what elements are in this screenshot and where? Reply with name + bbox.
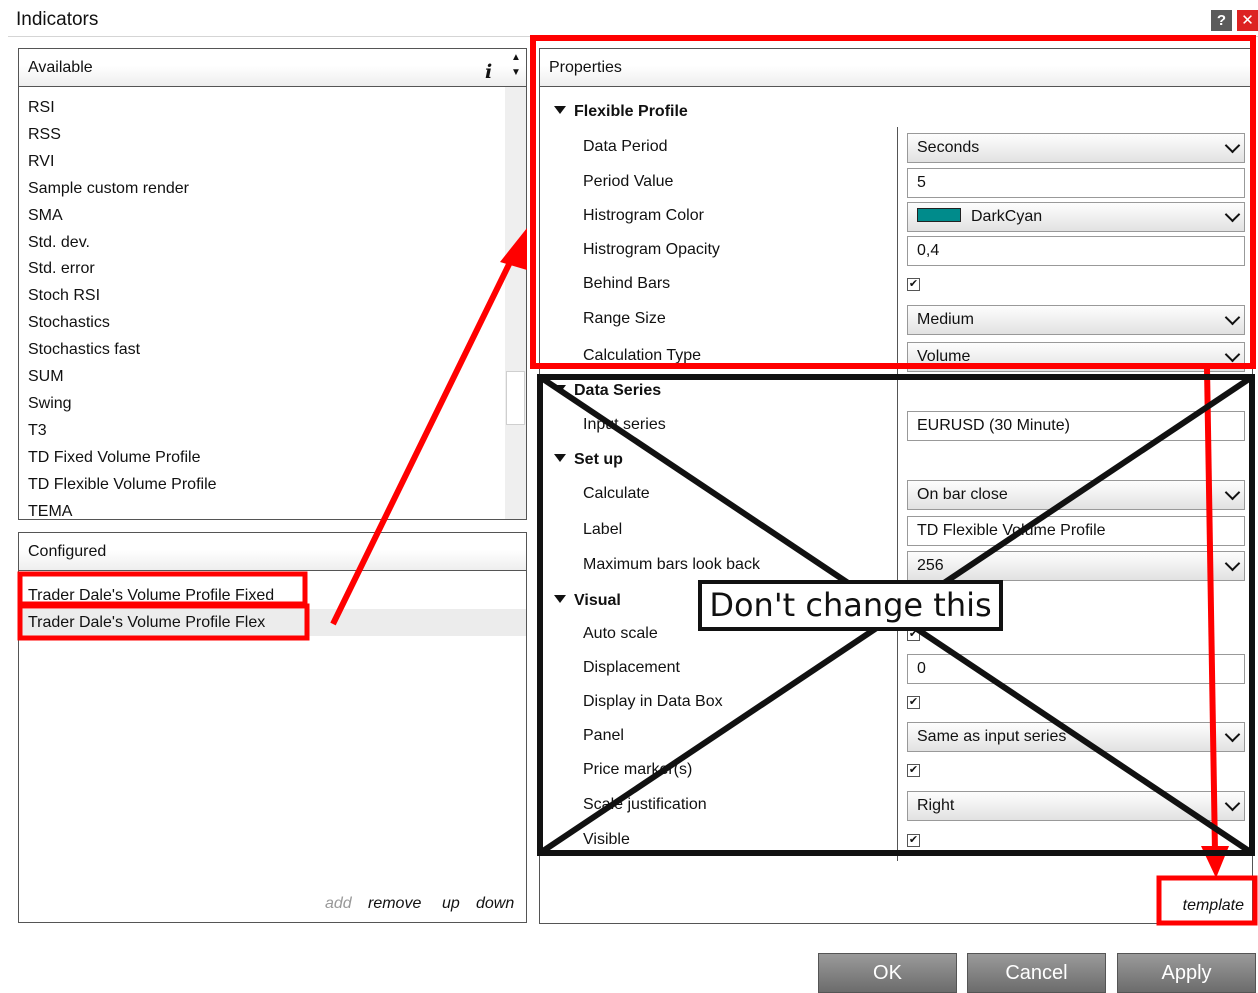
available-header: Available i ▲ ▼ — [19, 49, 526, 87]
title-divider — [8, 36, 1258, 37]
scrollbar-thumb[interactable] — [506, 371, 525, 425]
ok-button[interactable]: OK — [818, 953, 957, 993]
available-list-item[interactable]: Sample custom render — [28, 180, 189, 198]
label-label: Label — [583, 521, 623, 538]
available-list-item[interactable]: Stochastics — [28, 314, 110, 332]
label-period-value: Period Value — [583, 173, 674, 190]
input-series-field[interactable]: EURUSD (30 Minute) — [907, 411, 1245, 441]
properties-panel: Properties Flexible Profile Data Period … — [539, 48, 1253, 924]
label-scale-justification: Scale justification — [583, 796, 707, 813]
section-set-up[interactable]: Set up — [554, 451, 623, 469]
configured-title: Configured — [28, 543, 107, 560]
available-panel: Available i ▲ ▼ RSI RSS RVI Sample custom re… — [18, 48, 527, 520]
label-range-size: Range Size — [583, 310, 666, 327]
available-list-item[interactable]: SUM — [28, 368, 64, 386]
scale-justification-select[interactable]: Right — [907, 791, 1245, 821]
period-value-input[interactable]: 5 — [907, 168, 1245, 198]
available-list-item[interactable]: Std. dev. — [28, 234, 90, 252]
window-title: Indicators — [16, 9, 99, 30]
down-link[interactable]: down — [476, 895, 514, 913]
panel-select[interactable]: Same as input series — [907, 722, 1245, 752]
collapse-triangle-icon[interactable] — [554, 384, 566, 393]
data-period-select[interactable]: Seconds — [907, 133, 1245, 163]
available-list-item[interactable]: Std. error — [28, 260, 95, 278]
info-icon[interactable]: i — [485, 53, 492, 91]
available-list-item[interactable]: Swing — [28, 395, 72, 413]
label-panel: Panel — [583, 727, 624, 744]
label-input[interactable]: TD Flexible Volume Profile — [907, 516, 1245, 546]
histogram-opacity-input[interactable]: 0,4 — [907, 236, 1245, 266]
label-displacement: Displacement — [583, 659, 680, 676]
color-swatch — [917, 207, 961, 222]
section-data-series[interactable]: Data Series — [554, 382, 661, 400]
available-list-item[interactable]: T3 — [28, 422, 47, 440]
up-link[interactable]: up — [442, 895, 460, 913]
available-list-item[interactable]: RVI — [28, 153, 54, 171]
close-icon[interactable]: ✕ — [1237, 10, 1258, 31]
chevron-down-icon — [1224, 346, 1241, 363]
label-calculation-type: Calculation Type — [583, 347, 701, 364]
available-list-item[interactable]: TD Fixed Volume Profile — [28, 449, 201, 467]
annotation-callout: Don't change this — [698, 580, 1003, 631]
label-calculate: Calculate — [583, 485, 650, 502]
collapse-triangle-icon[interactable] — [554, 453, 566, 462]
chevron-down-icon — [1224, 484, 1241, 501]
chevron-down-icon — [1224, 795, 1241, 812]
available-title: Available — [28, 59, 93, 76]
label-data-period: Data Period — [583, 138, 668, 155]
available-list-item[interactable]: RSI — [28, 99, 55, 117]
available-list-item[interactable]: SMA — [28, 207, 63, 225]
displacement-input[interactable]: 0 — [907, 654, 1245, 684]
configured-item[interactable]: Trader Dale's Volume Profile Flex — [19, 609, 526, 636]
label-input-series: Input series — [583, 416, 666, 433]
properties-title: Properties — [549, 59, 622, 76]
available-list-item[interactable]: RSS — [28, 126, 61, 144]
apply-button[interactable]: Apply — [1117, 953, 1256, 993]
chevron-down-icon — [1224, 137, 1241, 154]
range-size-select[interactable]: Medium — [907, 305, 1245, 335]
chevron-down-icon — [1224, 309, 1241, 326]
behind-bars-checkbox[interactable]: ✔ — [907, 278, 920, 291]
histogram-color-select[interactable]: DarkCyan — [907, 202, 1245, 232]
help-icon[interactable]: ? — [1211, 10, 1232, 31]
property-column-divider[interactable] — [897, 127, 898, 861]
label-behind-bars: Behind Bars — [583, 275, 671, 292]
section-visual[interactable]: Visual — [554, 592, 621, 610]
label-price-markers: Price marker(s) — [583, 761, 693, 778]
template-link[interactable]: template — [1183, 897, 1244, 915]
display-data-box-checkbox[interactable]: ✔ — [907, 696, 920, 709]
collapse-triangle-icon[interactable] — [554, 594, 566, 603]
cancel-button[interactable]: Cancel — [967, 953, 1106, 993]
configured-header: Configured — [19, 533, 526, 571]
label-display-data-box: Display in Data Box — [583, 693, 723, 710]
available-list-item[interactable]: TEMA — [28, 503, 72, 520]
calculate-select[interactable]: On bar close — [907, 480, 1245, 510]
chevron-down-icon — [1224, 726, 1241, 743]
label-auto-scale: Auto scale — [583, 625, 658, 642]
available-list-item[interactable]: TD Flexible Volume Profile — [28, 476, 217, 494]
visible-checkbox[interactable]: ✔ — [907, 834, 920, 847]
section-flexible-profile[interactable]: Flexible Profile — [554, 103, 688, 121]
chevron-down-icon — [1224, 206, 1241, 223]
available-list-item[interactable]: Stochastics fast — [28, 341, 140, 359]
add-link[interactable]: add — [325, 895, 352, 913]
label-histogram-color: Histrogram Color — [583, 207, 704, 224]
configured-panel: Configured Trader Dale's Volume Profile … — [18, 532, 527, 923]
label-histogram-opacity: Histrogram Opacity — [583, 241, 720, 258]
label-max-bars: Maximum bars look back — [583, 556, 760, 573]
calculation-type-select[interactable]: Volume — [907, 342, 1245, 372]
collapse-triangle-icon[interactable] — [554, 105, 566, 114]
max-bars-select[interactable]: 256 — [907, 551, 1245, 581]
configured-item[interactable]: Trader Dale's Volume Profile Fixed — [19, 582, 526, 609]
properties-header: Properties — [540, 49, 1252, 87]
chevron-down-icon — [1224, 555, 1241, 572]
remove-link[interactable]: remove — [368, 895, 421, 913]
price-markers-checkbox[interactable]: ✔ — [907, 764, 920, 777]
label-visible: Visible — [583, 831, 630, 848]
scroll-arrows-icon[interactable]: ▲ ▼ — [506, 50, 526, 86]
available-scrollbar[interactable] — [505, 87, 526, 519]
available-list-item[interactable]: Stoch RSI — [28, 287, 100, 305]
available-list: RSI RSS RVI Sample custom render SMA Std. dev… — [19, 87, 505, 519]
